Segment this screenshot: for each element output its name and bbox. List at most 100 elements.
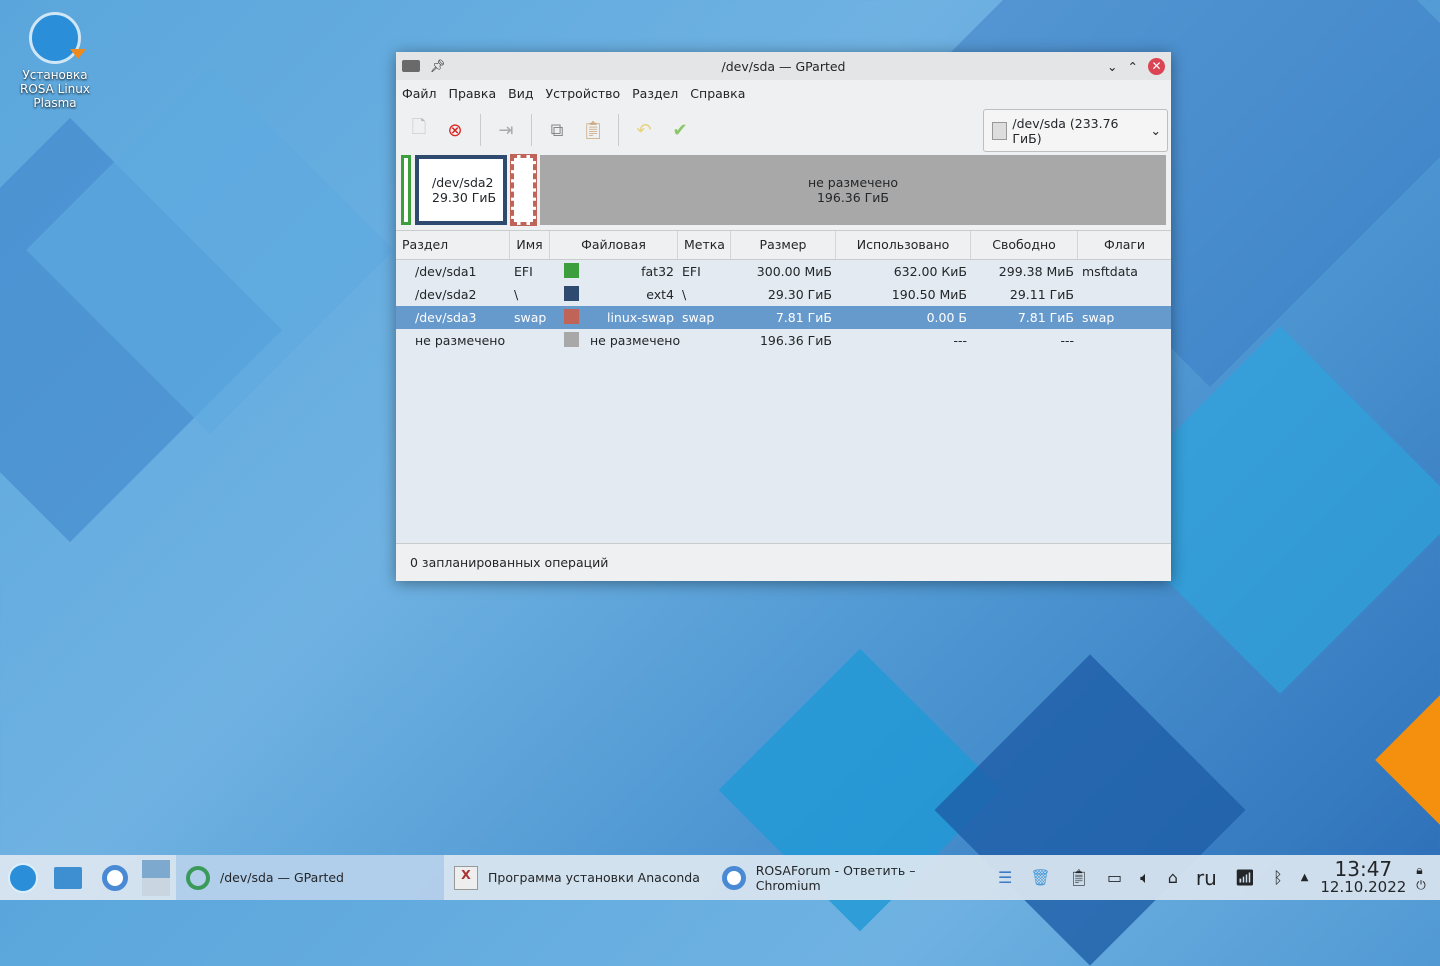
col-used[interactable]: Использовано	[836, 231, 971, 259]
table-row[interactable]: /dev/sda3 swap linux-swap swap 7.81 ГиБ 0.00 …	[396, 306, 1171, 329]
table-row[interactable]: /dev/sda2 \ ext4 \ 29.30 ГиБ 190.50 МиБ 29.11 …	[396, 283, 1171, 306]
clock-date: 12.10.2022	[1320, 877, 1407, 896]
partition-sda3-block[interactable]	[510, 154, 537, 226]
new-partition-icon[interactable]: 🗋	[408, 117, 430, 141]
anaconda-icon: X	[454, 865, 478, 890]
task-label: Программа установки Anaconda	[488, 870, 700, 885]
col-name[interactable]: Имя	[510, 231, 550, 259]
bluetooth-icon[interactable]: ᛒ	[1273, 868, 1283, 887]
window-title: /dev/sda — GParted	[721, 58, 846, 74]
volume-icon[interactable]: 🔈︎	[1140, 868, 1150, 888]
separator	[531, 114, 532, 146]
cell-used: 632.00 КиБ	[893, 264, 967, 279]
col-label[interactable]: Метка	[678, 231, 731, 259]
menu-edit[interactable]: Правка	[449, 86, 497, 101]
disk-icon	[992, 121, 1008, 140]
unallocated-block[interactable]: не размечено 196.36 ГиБ	[540, 155, 1166, 225]
task-chromium[interactable]: ROSAForum - Ответить – Chromium	[712, 855, 980, 900]
col-filesystem[interactable]: Файловая система	[550, 231, 678, 280]
maximize-button[interactable]: ⌃	[1128, 59, 1138, 74]
apply-icon[interactable]: ✔	[669, 119, 691, 141]
cell-flags: msftdata	[1082, 264, 1138, 279]
cell-used: ---	[953, 333, 967, 348]
fs-color-swatch	[550, 308, 586, 327]
cell-size: 7.81 ГиБ	[775, 310, 832, 325]
cell-name: swap	[514, 310, 547, 325]
delete-icon[interactable]: ⊗	[444, 119, 466, 141]
cell-label: \	[682, 287, 687, 302]
cell-fs: ext4	[646, 287, 674, 302]
color-swatch	[564, 331, 579, 347]
menu-view[interactable]: Вид	[508, 86, 533, 101]
usb-device-icon[interactable]: ⌂	[1168, 868, 1178, 887]
clock[interactable]: 13:47 12.10.2022	[1320, 856, 1407, 896]
paste-icon[interactable]: 📋︎	[582, 119, 605, 141]
partition-table: /dev/sda1 EFI fat32 EFI 300.00 МиБ 632.00 КиБ…	[396, 260, 1171, 543]
color-swatch	[564, 308, 579, 324]
desktop-icon-rosa-installer[interactable]: Установка ROSA Linux Plasma	[6, 8, 104, 110]
cell-fs: не размечено	[590, 333, 681, 348]
separator	[480, 114, 481, 146]
undo-icon[interactable]: ↶	[633, 119, 655, 141]
cell-size: 300.00 МиБ	[756, 264, 832, 279]
cell-name: \	[514, 287, 519, 302]
menu-device[interactable]: Устройство	[545, 86, 620, 101]
wifi-icon[interactable]: 📶︎	[1235, 868, 1255, 887]
menu-partition[interactable]: Раздел	[632, 86, 678, 101]
cell-fs: linux-swap	[606, 310, 674, 325]
device-selector-label: /dev/sda (233.76 ГиБ)	[1012, 115, 1119, 146]
table-header: Раздел Имя Файловая система Метка Размер…	[396, 230, 1171, 280]
tray-expand-icon[interactable]: ▲	[1301, 872, 1309, 883]
battery-icon[interactable]: ▭	[1107, 868, 1122, 887]
cell-flags: swap	[1082, 310, 1115, 325]
col-flags[interactable]: Флаги	[1078, 231, 1171, 259]
minimize-button[interactable]: ⌄	[1107, 59, 1117, 74]
partition-sda1-block[interactable]	[401, 155, 411, 225]
fs-color-swatch	[550, 331, 586, 350]
chromium-icon[interactable]	[102, 864, 128, 891]
cell-size: 29.30 ГиБ	[767, 287, 832, 302]
clipboard-icon[interactable]: 📋︎	[1069, 868, 1089, 887]
task-gparted[interactable]: /dev/sda — GParted	[176, 855, 444, 900]
menu-bar: Файл Правка Вид Устройство Раздел Справк…	[396, 80, 1171, 106]
settings-sliders-icon[interactable]: ☰	[998, 868, 1012, 887]
col-partition[interactable]: Раздел	[396, 231, 510, 259]
menu-help[interactable]: Справка	[690, 86, 745, 101]
cell-free: 299.38 МиБ	[998, 264, 1074, 279]
trash-icon[interactable]: 🗑︎	[1030, 868, 1050, 887]
close-button[interactable]: ✕	[1148, 57, 1165, 75]
desktop-icon-label: Установка ROSA Linux Plasma	[20, 68, 90, 110]
system-tray: ☰ 🗑︎ 📋︎ ▭ 🔈︎ ⌂ ru 📶︎ ᛒ ▲	[998, 866, 1308, 890]
clock-time: 13:47	[1334, 856, 1393, 881]
cell-used: 190.50 МиБ	[891, 287, 967, 302]
resize-move-icon[interactable]: ⇥	[495, 119, 517, 141]
col-size[interactable]: Размер	[731, 231, 836, 259]
app-launcher-icon[interactable]	[8, 862, 38, 893]
device-selector[interactable]: /dev/sda (233.76 ГиБ) ⌄	[983, 109, 1168, 152]
separator	[618, 114, 619, 146]
power-icon[interactable]: ⏻	[1416, 878, 1426, 893]
menu-file[interactable]: Файл	[402, 86, 437, 101]
gparted-icon	[186, 865, 210, 890]
file-manager-icon[interactable]	[54, 866, 82, 889]
col-free[interactable]: Свободно	[971, 231, 1078, 259]
cell-partition: /dev/sda1	[415, 264, 477, 279]
keyboard-layout[interactable]: ru	[1196, 866, 1217, 890]
cell-fs: fat32	[641, 264, 674, 279]
desktop-pager-icon[interactable]	[142, 859, 170, 896]
status-bar: 0 запланированных операций	[396, 543, 1171, 581]
table-row[interactable]: /dev/sda1 EFI fat32 EFI 300.00 МиБ 632.00 КиБ…	[396, 260, 1171, 283]
cell-size: 196.36 ГиБ	[759, 333, 832, 348]
title-bar[interactable]: 📌︎ /dev/sda — GParted ⌄ ⌃ ✕	[396, 52, 1171, 80]
task-label: /dev/sda — GParted	[220, 870, 344, 885]
cell-name: EFI	[514, 264, 533, 279]
lock-icon[interactable]: 🔒︎	[1416, 863, 1426, 878]
cell-partition: /dev/sda2	[415, 287, 477, 302]
cell-free: 7.81 ГиБ	[1017, 310, 1074, 325]
fs-color-swatch	[550, 262, 586, 281]
table-row[interactable]: не размечено не размечено 196.36 ГиБ --- ---	[396, 329, 1171, 352]
task-anaconda[interactable]: X Программа установки Anaconda	[444, 855, 712, 900]
copy-icon[interactable]: ⧉	[546, 119, 568, 141]
partition-sda2-block[interactable]: /dev/sda2 29.30 ГиБ	[415, 155, 507, 225]
cell-partition: /dev/sda3	[415, 310, 477, 325]
